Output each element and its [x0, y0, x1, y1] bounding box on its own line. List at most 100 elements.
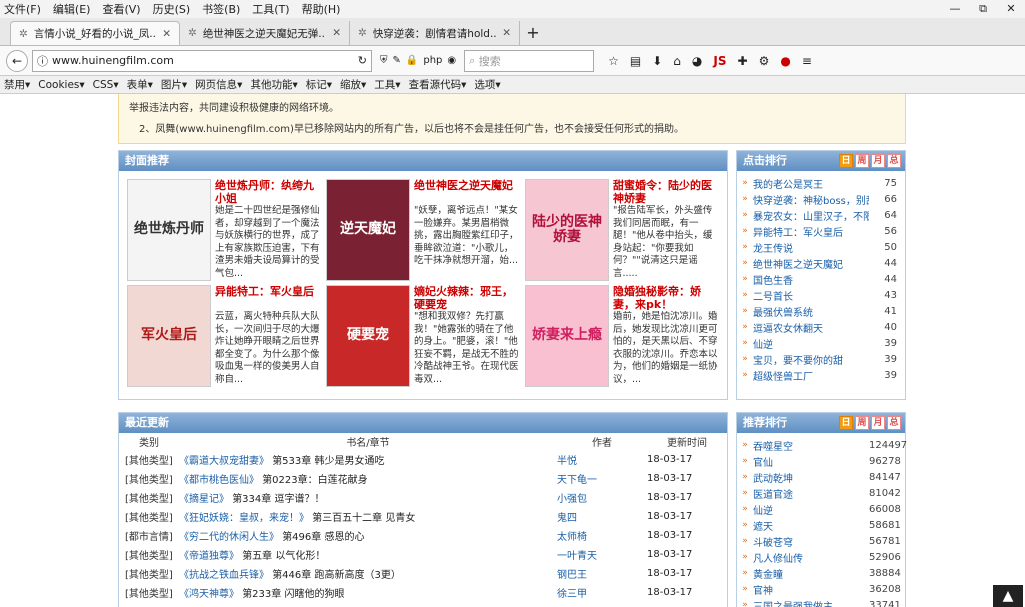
book-link[interactable]: 《鸿天神尊》 [179, 589, 239, 600]
rank-item[interactable]: » 二号首长 43 [737, 287, 905, 303]
book-cover[interactable]: 逆天魔妃 [326, 179, 410, 281]
rank-item[interactable]: » 异能特工：军火皇后 56 [737, 223, 905, 239]
chapter-link[interactable]: 第三百五十二章 见青女 [312, 513, 415, 524]
bm-images[interactable]: 图片▾ [161, 77, 187, 92]
globe-icon[interactable]: ◕ [692, 54, 702, 68]
rank-item[interactable]: » 暴宠农女：山里汉子，不限 64 [737, 207, 905, 223]
book-title[interactable]: 嫡妃火辣辣：邪王，硬要宠 [414, 285, 520, 311]
bm-forms[interactable]: 表单▾ [127, 77, 153, 92]
tab-week[interactable]: 周 [855, 416, 869, 430]
close-tab-icon[interactable]: ✕ [502, 27, 511, 39]
settings-icon[interactable]: ⚙ [759, 54, 770, 68]
book-link[interactable]: 《穷二代的休闲人生》 [179, 532, 279, 543]
reader-icon[interactable]: ▤ [630, 54, 641, 68]
tab-day[interactable]: 日 [839, 154, 853, 168]
rank-item[interactable]: » 武动乾坤 84147 [737, 469, 905, 485]
new-tab-button[interactable]: + [520, 21, 546, 45]
rank-item[interactable]: » 凡人修仙传 52906 [737, 549, 905, 565]
book-title[interactable]: 隐婚独秘影帝：娇妻，来pk！ [613, 285, 719, 311]
tab-week[interactable]: 周 [855, 154, 869, 168]
rank-item[interactable]: » 黄金瞳 38884 [737, 565, 905, 581]
menu-tools[interactable]: 工具(T) [252, 1, 289, 17]
scroll-top-button[interactable]: ▲ [993, 585, 1023, 607]
home-icon[interactable]: ⌂ [673, 54, 681, 68]
row-author[interactable]: 半悦 [557, 450, 647, 469]
menu-file[interactable]: 文件(F) [4, 1, 41, 17]
chapter-link[interactable]: 第0223章：白莲花献身 [262, 475, 367, 486]
bm-css[interactable]: CSS▾ [93, 79, 119, 91]
bm-mark[interactable]: 标记▾ [306, 77, 332, 92]
bm-view-source[interactable]: 查看源代码▾ [409, 77, 467, 92]
book-cover[interactable]: 硬要宠 [326, 285, 410, 387]
rank-item[interactable]: » 官神 36208 [737, 581, 905, 597]
menu-help[interactable]: 帮助(H) [302, 1, 341, 17]
rank-name[interactable]: 最强伏兽系统 [753, 304, 869, 319]
rank-item[interactable]: » 三国之最强我做主 33741 [737, 597, 905, 607]
rank-name[interactable]: 我的老公是冥王 [753, 176, 869, 191]
back-button[interactable]: ← [6, 49, 28, 72]
rank-name[interactable]: 超级怪兽工厂 [753, 368, 869, 383]
rank-item[interactable]: » 官仙 96278 [737, 453, 905, 469]
chapter-link[interactable]: 第334章 逗字谱？！ [232, 494, 324, 505]
tab-month[interactable]: 月 [871, 416, 885, 430]
tab-total[interactable]: 总 [887, 154, 901, 168]
rank-item[interactable]: » 快穿逆袭：神秘boss，别乱 66 [737, 191, 905, 207]
rank-name[interactable]: 龙王传说 [753, 240, 869, 255]
tab-total[interactable]: 总 [887, 416, 901, 430]
rank-name[interactable]: 医道官途 [753, 486, 869, 501]
search-input[interactable]: ⌕ 搜索 [464, 49, 595, 72]
row-author[interactable]: 小强包 [557, 488, 647, 507]
close-tab-icon[interactable]: ✕ [162, 28, 171, 40]
book-card[interactable]: 娇妻来上瘾 隐婚独秘影帝：娇妻，来pk！ 婚前，她是怕沈凉川。婚后，她发现比沈凉… [525, 285, 720, 389]
book-card[interactable]: 绝世炼丹师 绝世炼丹师：纨绔九小姐 她是二十四世纪是强修仙者，却穿越到了一个魔法… [127, 179, 322, 283]
book-title[interactable]: 异能特工：军火皇后 [215, 285, 321, 298]
rank-item[interactable]: » 遮天 58681 [737, 517, 905, 533]
rank-name[interactable]: 官神 [753, 582, 869, 597]
bm-cookies[interactable]: Cookies▾ [38, 79, 84, 91]
chapter-link[interactable]: 第233章 闪瞎他的狗眼 [242, 589, 344, 600]
js-icon[interactable]: JS [713, 54, 726, 68]
rank-name[interactable]: 仙逆 [753, 502, 869, 517]
download-icon[interactable]: ⬇ [652, 54, 662, 68]
menu-view[interactable]: 查看(V) [102, 1, 140, 17]
rank-name[interactable]: 遮天 [753, 518, 869, 533]
php-icon[interactable]: php [423, 55, 442, 66]
rank-name[interactable]: 暴宠农女：山里汉子，不限 [753, 208, 869, 223]
rank-name[interactable]: 二号首长 [753, 288, 869, 303]
menu-bookmarks[interactable]: 书签(B) [202, 1, 240, 17]
reload-icon[interactable]: ↻ [358, 54, 367, 67]
rank-name[interactable]: 宝贝，要不要你的甜 [753, 352, 869, 367]
tab-1[interactable]: ✲ 言情小说_好看的小说_凤... ✕ [10, 21, 180, 45]
row-author[interactable]: 天下龟一 [557, 469, 647, 488]
rank-item[interactable]: » 最强伏兽系统 41 [737, 303, 905, 319]
bm-zoom[interactable]: 缩放▾ [340, 77, 366, 92]
rank-item[interactable]: » 医道官途 81042 [737, 485, 905, 501]
book-title[interactable]: 绝世神医之逆天魔妃 [414, 179, 520, 192]
rank-name[interactable]: 快穿逆袭：神秘boss，别乱 [753, 192, 869, 207]
book-title[interactable]: 绝世炼丹师：纨绔九小姐 [215, 179, 321, 205]
book-cover[interactable]: 陆少的医神娇妻 [525, 179, 609, 281]
close-window-button[interactable]: ✕ [997, 0, 1025, 18]
book-link[interactable]: 《摘星记》 [179, 494, 229, 505]
url-bar[interactable]: ⓘ www.huinengfilm.com ↻ [32, 49, 372, 72]
rank-name[interactable]: 斗破苍穹 [753, 534, 869, 549]
rank-name[interactable]: 绝世神医之逆天魔妃 [753, 256, 869, 271]
bm-disable[interactable]: 禁用▾ [4, 77, 30, 92]
book-link[interactable]: 《霸道大叔宠甜妻》 [179, 456, 269, 467]
rank-item[interactable]: » 吞噬星空 124497 [737, 437, 907, 453]
rank-item[interactable]: » 斗破苍穹 56781 [737, 533, 905, 549]
book-card[interactable]: 陆少的医神娇妻 甜蜜婚令：陆少的医神娇妻 "报告陆军长，外头盛传我们同居而眠，有… [525, 179, 720, 283]
chapter-link[interactable]: 第446章 跑高新高度（3更） [272, 570, 401, 581]
rank-item[interactable]: » 我的老公是冥王 75 [737, 175, 905, 191]
book-card[interactable]: 逆天魔妃 绝世神医之逆天魔妃 "妖孽，离爷远点！"某女一脸嫌弃。某男眉梢微挑，露… [326, 179, 521, 283]
chapter-link[interactable]: 第496章 感恩的心 [282, 532, 364, 543]
rank-name[interactable]: 官仙 [753, 454, 869, 469]
book-card[interactable]: 军火皇后 异能特工：军火皇后 云蓝，离火特种兵队大队长，一次间归于尽的大爆炸让她… [127, 285, 322, 389]
menu-history[interactable]: 历史(S) [153, 1, 191, 17]
info-icon[interactable]: ⓘ [37, 53, 48, 69]
tab-3[interactable]: ✲ 快穿逆袭：剧情君请hold... ✕ [350, 21, 520, 45]
rank-name[interactable]: 国色生香 [753, 272, 869, 287]
tab-month[interactable]: 月 [871, 154, 885, 168]
rank-name[interactable]: 三国之最强我做主 [753, 598, 869, 607]
book-cover[interactable]: 娇妻来上瘾 [525, 285, 609, 387]
